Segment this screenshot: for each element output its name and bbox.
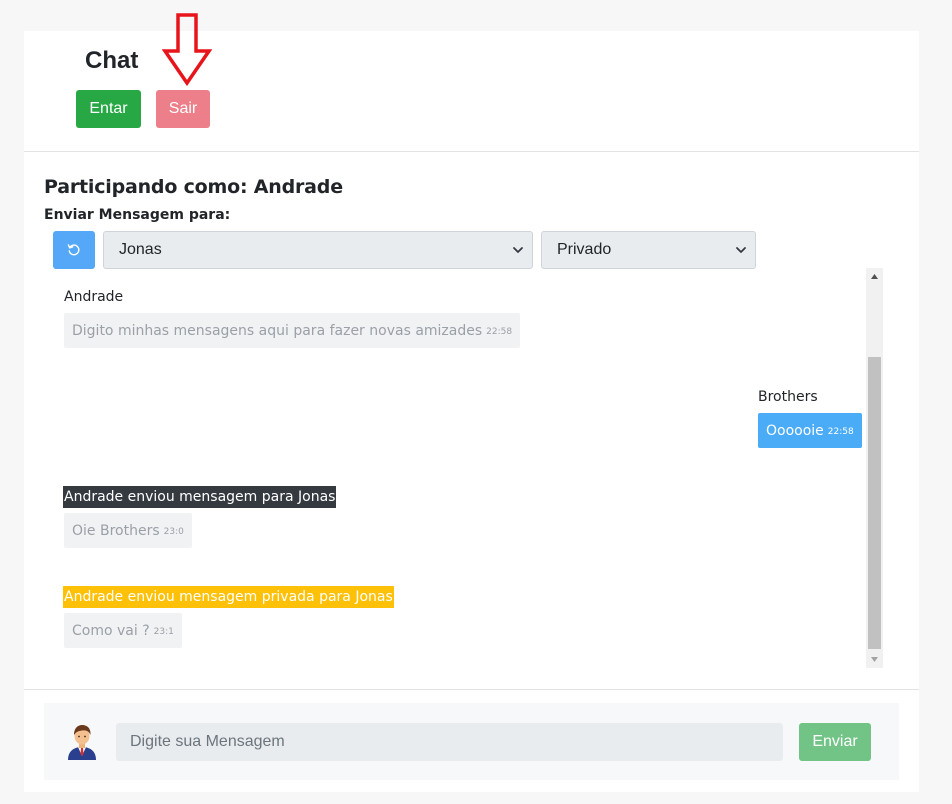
recipient-select[interactable]: Jonas: [103, 231, 533, 269]
message-input-placeholder: Digite sua Mensagem: [130, 733, 285, 750]
participating-as-label: Participando como: Andrade: [44, 176, 343, 198]
message-time: 22:58: [486, 327, 513, 337]
enter-button[interactable]: Entar: [76, 90, 141, 128]
message-text: Oooooie: [766, 422, 824, 439]
message-time: 23:0: [163, 527, 184, 537]
recipient-select-value: Jonas: [119, 241, 162, 258]
message-time: 23:1: [153, 627, 174, 637]
page-title: Chat: [85, 47, 139, 74]
mode-select[interactable]: Privado: [541, 231, 756, 269]
mode-select-value: Privado: [557, 241, 612, 258]
scroll-up-icon[interactable]: [866, 268, 883, 285]
message-bubble: Oie Brothers 23:0: [64, 513, 192, 548]
message-banner: Andrade enviou mensagem para Jonas: [63, 486, 337, 508]
message-bubble: Como vai ? 23:1: [64, 613, 182, 648]
composer-footer: Digite sua Mensagem Enviar: [24, 689, 919, 792]
message-input[interactable]: Digite sua Mensagem: [116, 723, 783, 761]
exit-button[interactable]: Sair: [156, 90, 210, 128]
message-scrollbar[interactable]: [866, 268, 883, 668]
down-arrow-annotation-icon: [162, 13, 212, 87]
composer: Digite sua Mensagem Enviar: [44, 703, 899, 780]
scrollbar-thumb[interactable]: [868, 357, 881, 649]
refresh-button[interactable]: [53, 231, 95, 269]
chat-card: Chat Entar Sair Participando como: Andra…: [24, 13, 919, 792]
message-bubble: Digito minhas mensagens aqui para fazer …: [64, 313, 521, 348]
refresh-icon: [67, 244, 80, 256]
message-bubble-own: Oooooie 22:58: [758, 413, 862, 448]
message-text: Como vai ?: [72, 622, 150, 639]
chevron-down-icon: [513, 247, 523, 253]
message-list[interactable]: Andrade Digito minhas mensagens aqui par…: [44, 268, 884, 668]
scroll-down-icon[interactable]: [866, 651, 883, 668]
message-banner-private: Andrade enviou mensagem privada para Jon…: [63, 586, 394, 608]
message-text: Digito minhas mensagens aqui para fazer …: [72, 322, 483, 339]
message-text: Oie Brothers: [72, 522, 160, 539]
message-author: Brothers: [758, 389, 818, 405]
message-author: Andrade: [64, 289, 124, 305]
chevron-down-icon: [736, 247, 746, 253]
user-avatar-icon: [68, 725, 96, 760]
chat-header: Chat Entar Sair: [24, 13, 919, 152]
send-button[interactable]: Enviar: [799, 723, 871, 761]
message-time: 22:58: [827, 427, 854, 437]
send-to-label: Enviar Mensagem para:: [44, 207, 231, 223]
